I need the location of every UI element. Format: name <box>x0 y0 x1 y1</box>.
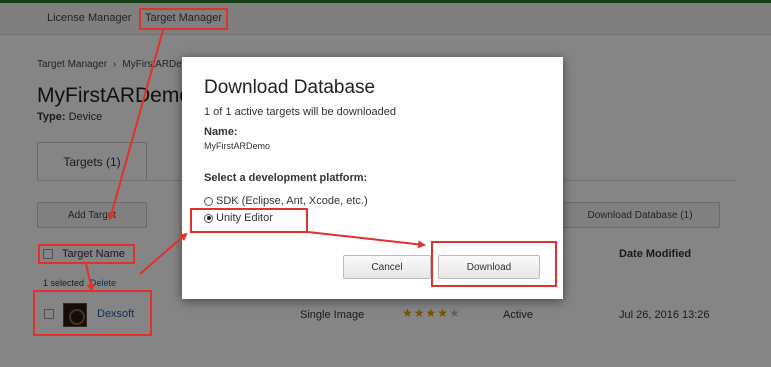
arrow-to-dexsoft <box>85 263 95 292</box>
arrow-to-download <box>307 231 426 249</box>
arrow-to-unity-editor <box>139 232 188 275</box>
annotation-arrows <box>85 29 426 292</box>
arrow-to-target-name <box>107 29 164 221</box>
